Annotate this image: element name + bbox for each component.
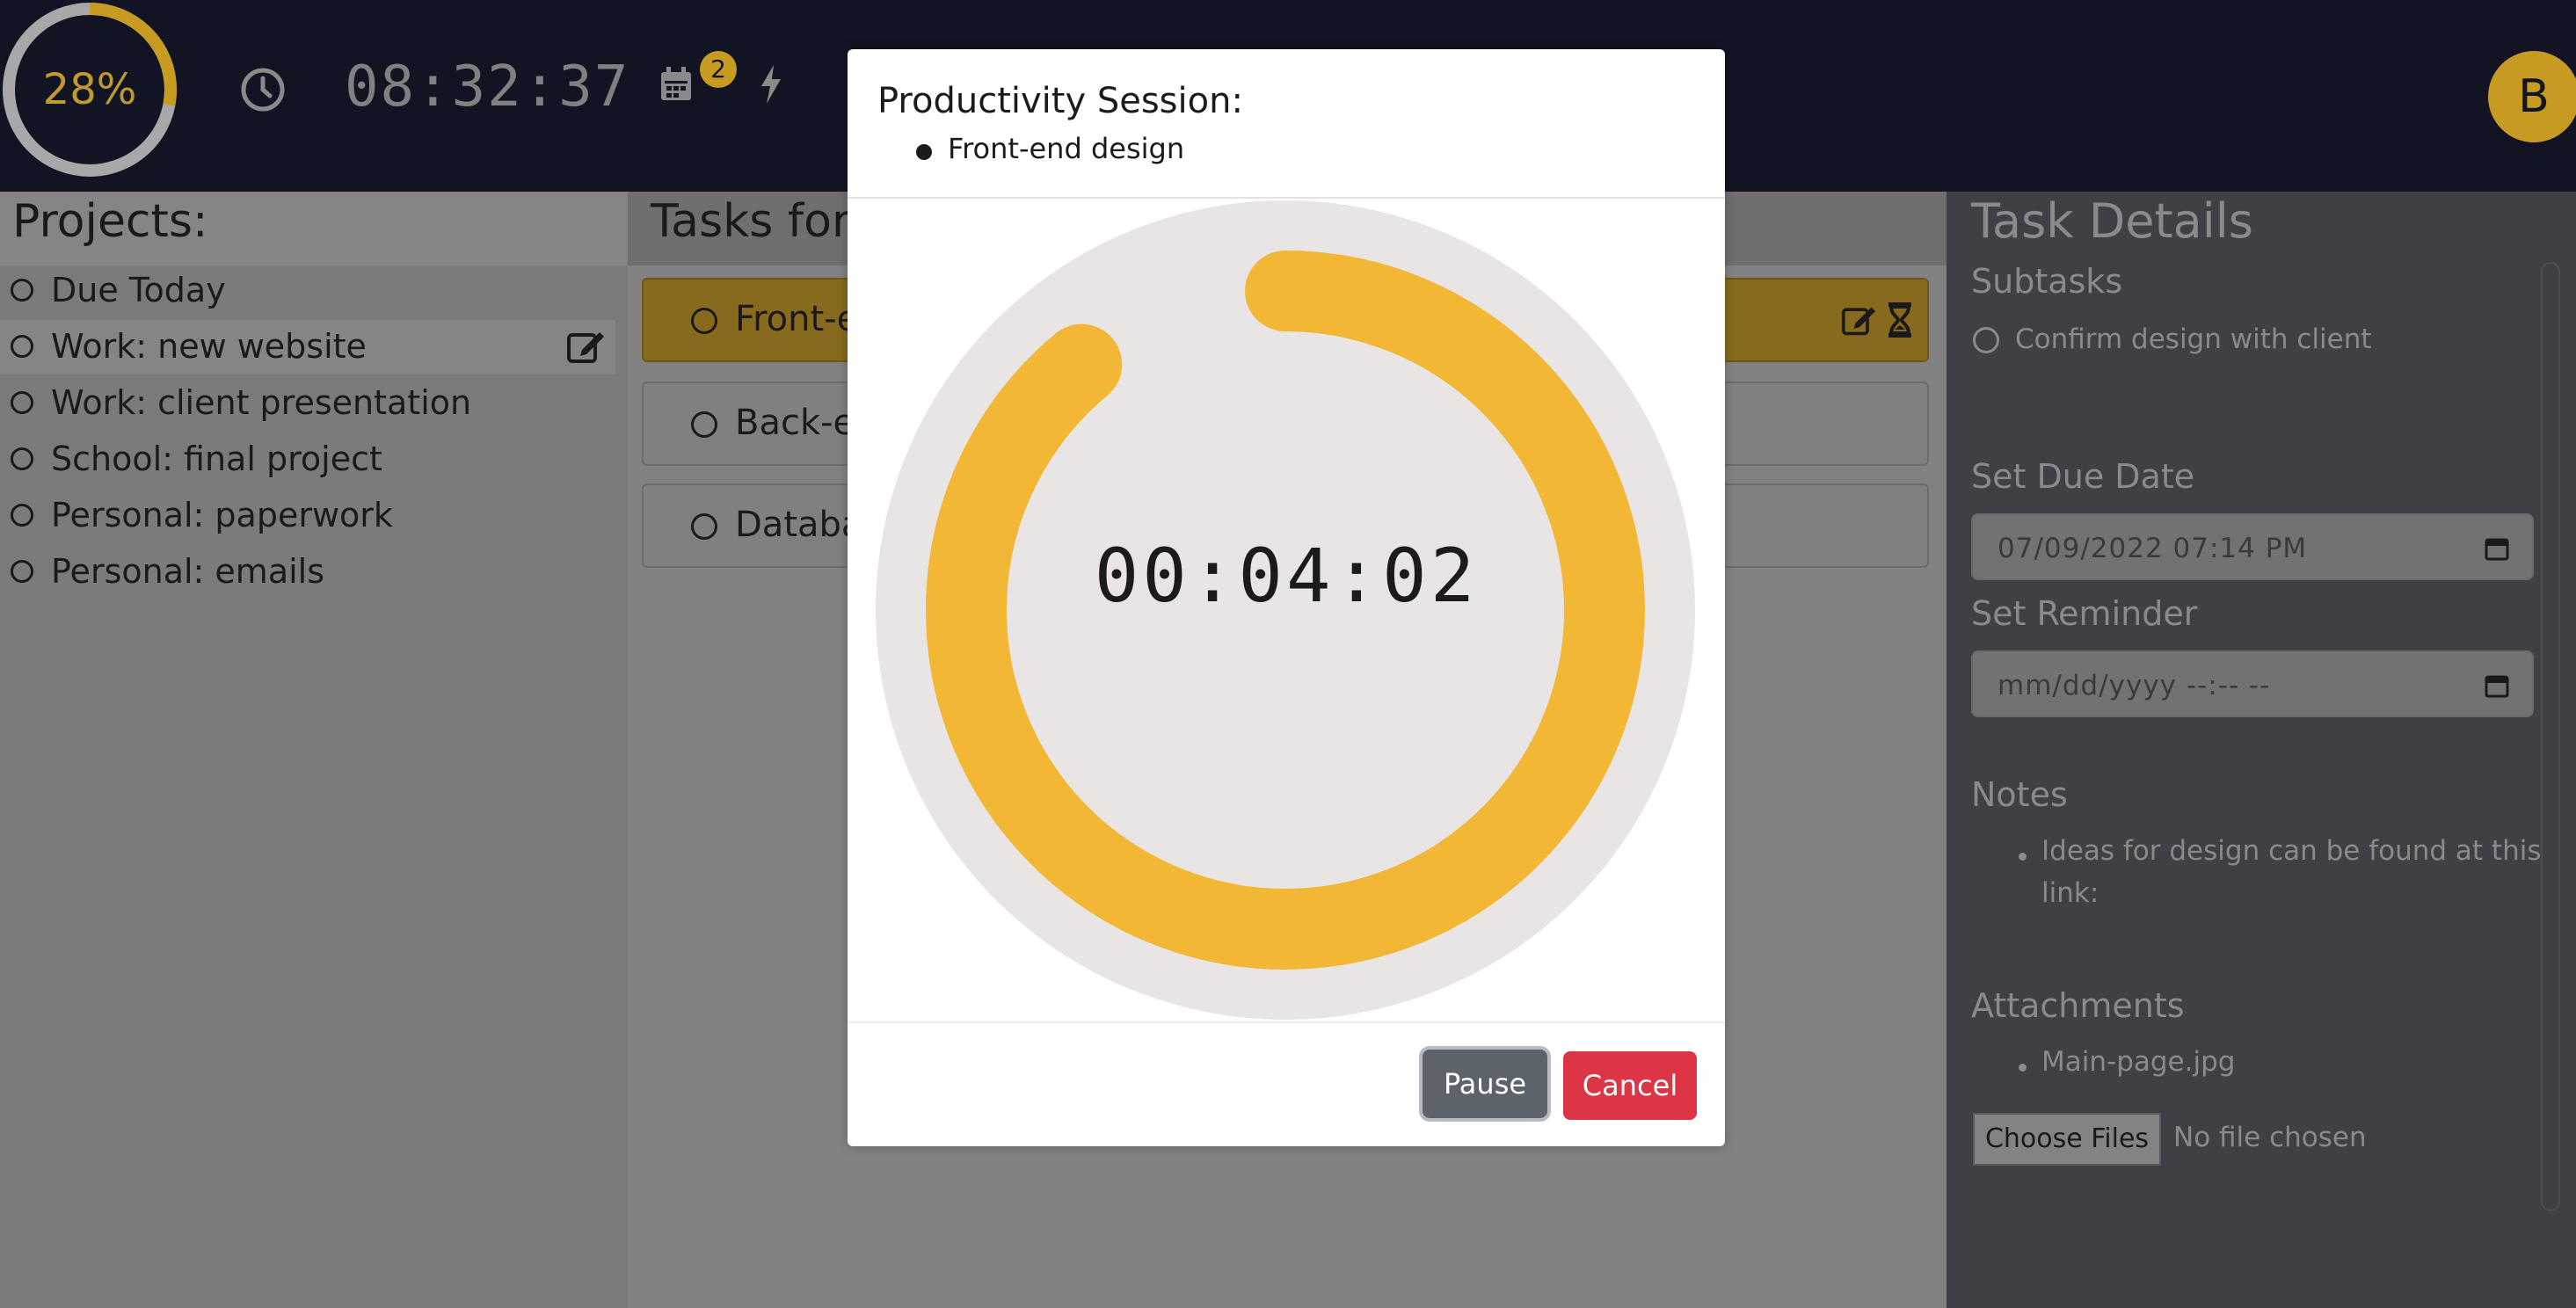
calendar-icon[interactable]	[2485, 536, 2509, 561]
attachments-heading: Attachments	[1971, 986, 2185, 1025]
pause-button[interactable]: Pause	[1423, 1050, 1547, 1118]
project-label: Personal: paperwork	[51, 496, 393, 534]
calendar-icon[interactable]	[659, 67, 693, 102]
daily-progress-ring: 28%	[0, 0, 179, 179]
note-line-2[interactable]: link:	[2041, 877, 2099, 909]
project-item-personal-emails[interactable]: Personal: emails	[0, 545, 615, 600]
subtasks-heading: Subtasks	[1971, 262, 2123, 301]
note-line-1: Ideas for design can be found at this	[2041, 835, 2542, 867]
no-file-chosen-text: No file chosen	[2173, 1122, 2367, 1153]
project-label: Due Today	[51, 271, 226, 309]
project-item-work-client-presentation[interactable]: Work: client presentation	[0, 376, 615, 431]
project-item-personal-paperwork[interactable]: Personal: paperwork	[0, 489, 615, 543]
productivity-session-modal: Productivity Session: Front-end design 0…	[848, 49, 1725, 1146]
project-item-work-new-website[interactable]: Work: new website	[0, 320, 615, 374]
subtask-label: Confirm design with client	[2015, 323, 2372, 355]
reminder-placeholder: mm/dd/yyyy --:-- --	[1997, 670, 2271, 701]
attachment-bullet	[2019, 1064, 2027, 1072]
notes-heading: Notes	[1971, 775, 2068, 814]
task-details-title: Task Details	[1971, 193, 2253, 249]
project-label: Personal: emails	[51, 552, 325, 591]
tasks-title: Tasks for	[651, 195, 851, 248]
modal-title: Productivity Session:	[877, 81, 1243, 121]
project-radio[interactable]	[11, 560, 33, 583]
current-time: 08:32:37	[345, 54, 630, 120]
lightning-bolt-icon[interactable]	[758, 65, 784, 104]
project-label: Work: client presentation	[51, 383, 472, 422]
task-label: Front-e	[735, 299, 859, 339]
project-radio[interactable]	[11, 279, 33, 302]
project-radio[interactable]	[11, 335, 33, 358]
due-date-value: 07/09/2022 07:14 PM	[1997, 533, 2308, 564]
details-scrollbar[interactable]	[2541, 262, 2560, 1211]
edit-icon[interactable]	[1841, 302, 1876, 338]
due-date-input[interactable]: 07/09/2022 07:14 PM	[1971, 513, 2534, 580]
project-item-due-today[interactable]: Due Today	[0, 264, 615, 318]
project-radio[interactable]	[11, 447, 33, 470]
project-radio[interactable]	[11, 391, 33, 414]
subtask-radio[interactable]	[1973, 327, 1999, 353]
calendar-icon[interactable]	[2485, 673, 2509, 698]
task-radio[interactable]	[691, 308, 717, 334]
task-radio[interactable]	[691, 411, 717, 438]
attachment-link[interactable]: Main-page.jpg	[2041, 1046, 2235, 1078]
session-timer-readout: 00:04:02	[1094, 533, 1479, 619]
task-radio[interactable]	[691, 513, 717, 540]
calendar-notification-badge: 2	[700, 51, 737, 88]
reminder-input[interactable]: mm/dd/yyyy --:-- --	[1971, 650, 2534, 717]
project-label: Work: new website	[51, 327, 367, 366]
projects-panel: Projects: Due Today Work: new website Wo…	[0, 192, 628, 1308]
hourglass-icon[interactable]	[1887, 302, 1913, 338]
session-task-name: Front-end design	[948, 132, 1185, 165]
user-avatar[interactable]: B	[2488, 51, 2576, 142]
reminder-heading: Set Reminder	[1971, 594, 2198, 633]
project-radio[interactable]	[11, 504, 33, 527]
cancel-button[interactable]: Cancel	[1563, 1051, 1697, 1120]
note-bullet	[2019, 853, 2027, 861]
projects-title: Projects:	[12, 195, 208, 248]
progress-percent-label: 28%	[42, 65, 137, 114]
task-details-panel: Task Details Subtasks Confirm design wit…	[1947, 192, 2576, 1308]
clock-icon[interactable]	[239, 66, 287, 113]
choose-files-button[interactable]: Choose Files	[1973, 1113, 2161, 1166]
project-item-school-final-project[interactable]: School: final project	[0, 432, 615, 487]
session-task-bullet	[916, 144, 932, 160]
due-date-heading: Set Due Date	[1971, 457, 2195, 496]
modal-footer-divider	[848, 1021, 1725, 1023]
project-label: School: final project	[51, 440, 382, 478]
edit-icon[interactable]	[566, 327, 605, 366]
